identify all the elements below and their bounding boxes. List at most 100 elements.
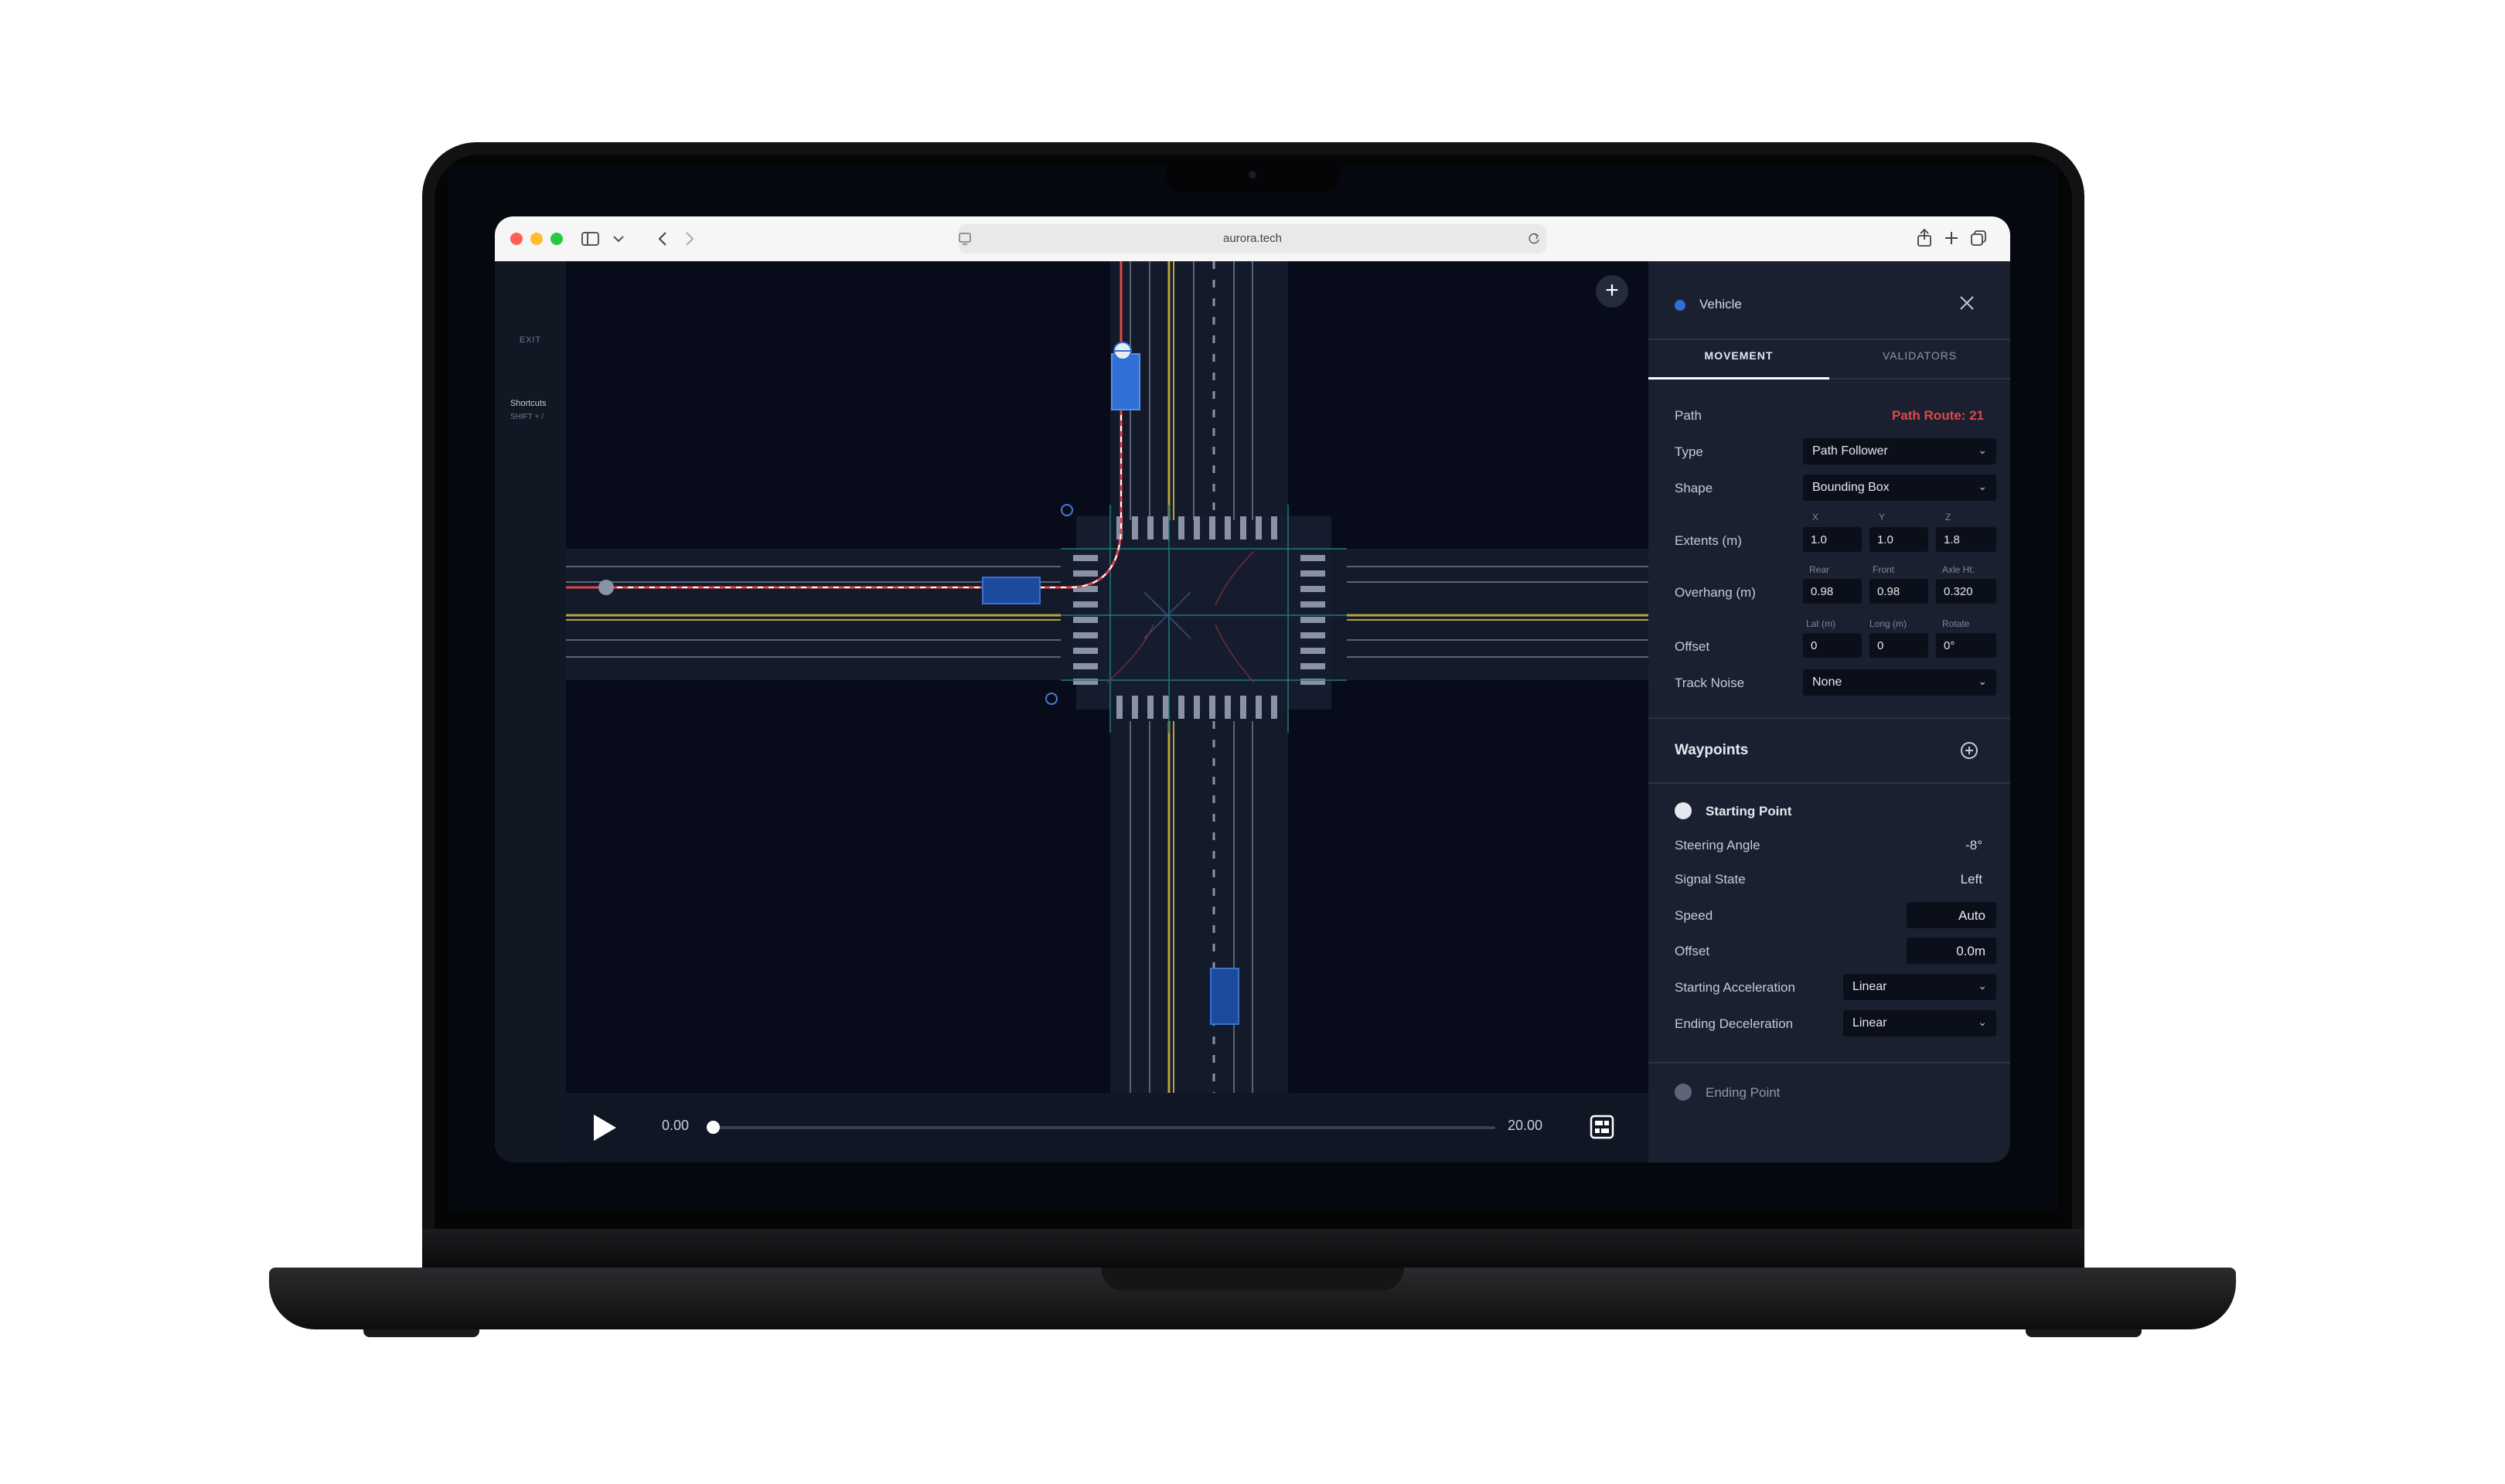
reload-icon[interactable] xyxy=(1527,232,1541,246)
shape-label: Shape xyxy=(1675,481,1713,495)
speed-input[interactable]: Auto xyxy=(1907,902,1996,928)
exit-button[interactable]: EXIT xyxy=(495,335,566,345)
ending-point-title[interactable]: Ending Point xyxy=(1706,1085,1780,1101)
panel-title: Vehicle xyxy=(1699,297,1742,311)
offset-waypoint-label: Offset xyxy=(1675,944,1710,958)
ending-deceleration-label: Ending Deceleration xyxy=(1675,1016,1794,1031)
overhang-front-input[interactable]: 0.98 xyxy=(1869,579,1928,604)
laptop-base-notch xyxy=(1101,1268,1404,1291)
offset-header-rotate: Rotate xyxy=(1942,618,1970,629)
properties-panel: Vehicle MOVEMENT VALIDATORS Path Path Ro… xyxy=(1648,261,2010,1162)
laptop-foot-right xyxy=(2026,1329,2142,1337)
handle-point-icon xyxy=(1045,693,1058,705)
ending-deceleration-select[interactable]: Linear ⌄ xyxy=(1843,1010,1996,1036)
extents-z-input[interactable]: 1.8 xyxy=(1936,527,1996,552)
playback-bar: 0.00 20.00 xyxy=(566,1093,1648,1162)
steering-angle-label: Steering Angle xyxy=(1675,838,1760,853)
overhang-header-axle: Axle Ht. xyxy=(1942,564,1975,575)
waypoints-title: Waypoints xyxy=(1675,742,1749,758)
vehicle-route-path xyxy=(566,261,1123,589)
tab-validators[interactable]: VALIDATORS xyxy=(1829,349,2010,362)
speed-label: Speed xyxy=(1675,908,1713,923)
overhang-header-front: Front xyxy=(1873,564,1895,575)
back-icon[interactable] xyxy=(657,231,668,247)
chevron-down-icon: ⌄ xyxy=(1978,979,1987,992)
play-button[interactable] xyxy=(594,1115,616,1141)
offset-long-input[interactable]: 0 xyxy=(1869,633,1928,658)
end-time: 20.00 xyxy=(1508,1118,1543,1133)
offset-label: Offset xyxy=(1675,639,1710,654)
map-canvas[interactable]: + xyxy=(566,261,1648,1093)
overhang-label: Overhang (m) xyxy=(1675,585,1756,600)
offset-waypoint-input[interactable]: 0.0m xyxy=(1907,938,1996,964)
chevron-down-icon[interactable] xyxy=(612,233,625,244)
new-tab-icon[interactable] xyxy=(1944,230,1959,246)
current-time: 0.00 xyxy=(662,1118,690,1133)
timeline-track[interactable] xyxy=(713,1126,1495,1129)
chevron-down-icon: ⌄ xyxy=(1978,675,1987,687)
chevron-down-icon: ⌄ xyxy=(1978,480,1987,492)
minimize-window-button[interactable] xyxy=(530,233,543,245)
url-text: aurora.tech xyxy=(1223,232,1282,245)
chevron-down-icon: ⌄ xyxy=(1978,1016,1987,1028)
maximize-window-button[interactable] xyxy=(550,233,563,245)
chevron-down-icon: ⌄ xyxy=(1978,444,1987,456)
tab-movement[interactable]: MOVEMENT xyxy=(1648,349,1829,362)
type-label: Type xyxy=(1675,444,1703,459)
add-waypoint-icon[interactable] xyxy=(1959,740,1979,761)
add-object-button[interactable]: + xyxy=(1596,275,1628,308)
vehicle-color-dot xyxy=(1675,300,1685,311)
vehicle-box xyxy=(982,577,1041,604)
signal-state-value[interactable]: Left xyxy=(1961,872,1982,887)
vehicle-box xyxy=(1210,968,1239,1025)
left-sidebar: EXIT Shortcuts SHIFT + / xyxy=(495,261,566,1162)
shortcuts-label[interactable]: Shortcuts xyxy=(510,399,546,408)
starting-acceleration-select[interactable]: Linear ⌄ xyxy=(1843,974,1996,1000)
route-start-marker xyxy=(598,580,614,595)
extents-y-input[interactable]: 1.0 xyxy=(1869,527,1928,552)
extents-x-input[interactable]: 1.0 xyxy=(1803,527,1862,552)
path-label: Path xyxy=(1675,408,1702,423)
track-noise-label: Track Noise xyxy=(1675,676,1745,690)
overhang-axle-input[interactable]: 0.320 xyxy=(1936,579,1996,604)
track-noise-select[interactable]: None ⌄ xyxy=(1803,669,1996,696)
intersection-map[interactable] xyxy=(566,261,1648,1093)
browser-window: aurora.tech EXIT Shortcuts SHIFT + / + 0… xyxy=(495,216,2010,1162)
laptop-hinge xyxy=(422,1229,2084,1268)
selected-vehicle xyxy=(1111,353,1140,410)
starting-point-title[interactable]: Starting Point xyxy=(1706,804,1791,819)
forward-icon[interactable] xyxy=(684,231,695,247)
share-icon[interactable] xyxy=(1916,229,1933,247)
timeline-thumb[interactable] xyxy=(707,1121,720,1134)
steering-angle-value[interactable]: -8° xyxy=(1965,838,1982,853)
camera-icon xyxy=(1249,171,1256,179)
starting-acceleration-label: Starting Acceleration xyxy=(1675,980,1795,995)
starting-point-marker xyxy=(1675,802,1692,819)
laptop-foot-left xyxy=(363,1329,479,1337)
offset-lat-input[interactable]: 0 xyxy=(1803,633,1862,658)
handle-point-icon xyxy=(1061,504,1073,516)
close-window-button[interactable] xyxy=(510,233,523,245)
address-bar[interactable]: aurora.tech xyxy=(959,224,1546,254)
extents-header-y: Y xyxy=(1879,512,1886,522)
active-tab-indicator xyxy=(1648,377,1829,380)
offset-rotate-input[interactable]: 0° xyxy=(1936,633,1996,658)
overhang-rear-input[interactable]: 0.98 xyxy=(1803,579,1862,604)
signal-state-label: Signal State xyxy=(1675,872,1746,887)
tabs-overview-icon[interactable] xyxy=(1970,230,1987,247)
type-select[interactable]: Path Follower ⌄ xyxy=(1803,438,1996,465)
overhang-header-rear: Rear xyxy=(1809,564,1830,575)
ending-point-marker xyxy=(1675,1084,1692,1101)
extents-header-z: Z xyxy=(1945,512,1951,522)
browser-toolbar: aurora.tech xyxy=(495,216,2010,262)
shape-select[interactable]: Bounding Box ⌄ xyxy=(1803,475,1996,501)
sidebar-toggle-icon[interactable] xyxy=(581,231,600,247)
extents-label: Extents (m) xyxy=(1675,533,1742,548)
extents-header-x: X xyxy=(1812,512,1819,522)
layout-toggle-icon[interactable] xyxy=(1590,1115,1614,1139)
shortcuts-key-hint: SHIFT + / xyxy=(510,413,544,421)
offset-header-lat: Lat (m) xyxy=(1806,618,1836,629)
path-route-value[interactable]: Path Route: 21 xyxy=(1892,408,1984,424)
close-icon[interactable] xyxy=(1958,294,1976,312)
offset-header-long: Long (m) xyxy=(1869,618,1907,629)
